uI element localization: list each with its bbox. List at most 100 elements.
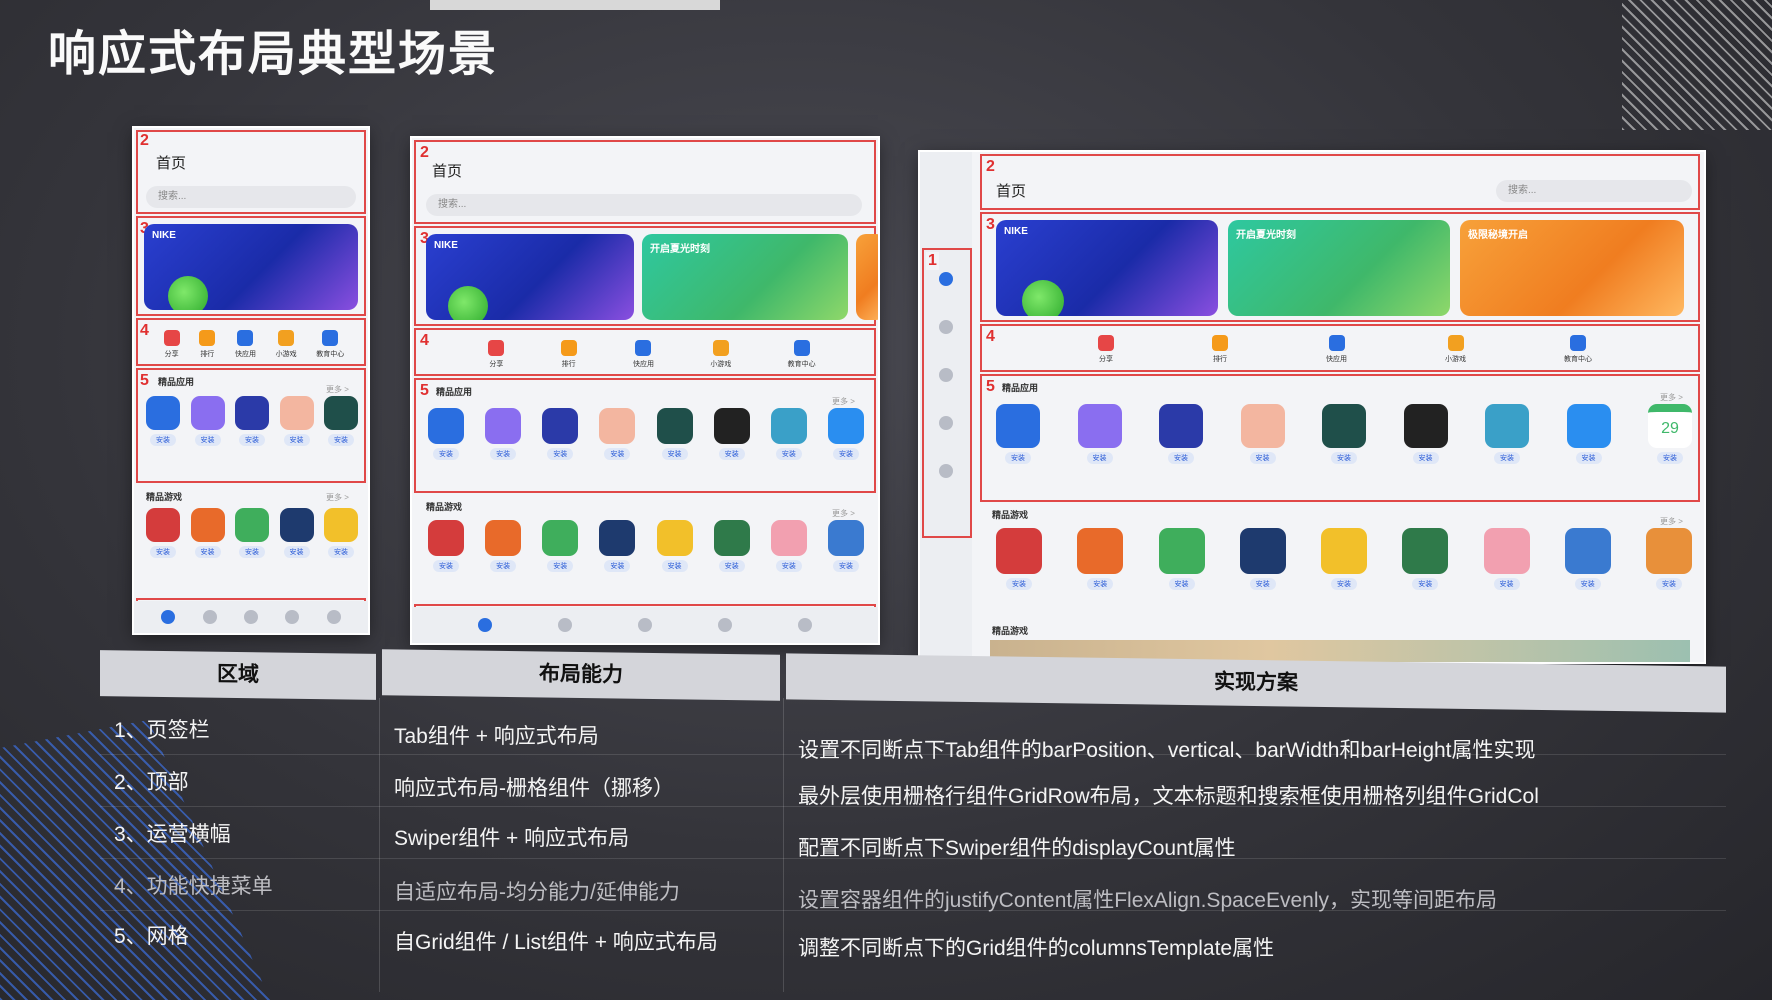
app-item[interactable]: 安装 xyxy=(827,408,864,460)
section-title-games: 精品游戏 xyxy=(146,492,183,502)
app-item[interactable]: 安装 xyxy=(1566,404,1611,464)
game-item[interactable]: 安装 xyxy=(599,520,636,572)
game-item[interactable]: 安装 xyxy=(235,508,269,558)
quick-item[interactable]: 快应用 xyxy=(1326,334,1347,364)
app-item[interactable]: 安装 xyxy=(599,408,636,460)
app-item[interactable]: 安装 xyxy=(770,408,807,460)
more-link[interactable]: 更多 > xyxy=(1660,516,1683,527)
quick-menu: 分享 排行 快应用 小游戏 教育中心 xyxy=(432,334,872,374)
quick-item[interactable]: 排行 xyxy=(1212,334,1228,364)
app-item[interactable]: 安装 xyxy=(656,408,693,460)
quick-item[interactable]: 分享 xyxy=(163,329,180,359)
row-divider xyxy=(100,754,1726,755)
game-item[interactable]: 安装 xyxy=(1564,528,1611,590)
game-item[interactable]: 安装 xyxy=(146,508,180,558)
game-item[interactable]: 安装 xyxy=(428,520,464,572)
app-item[interactable]: 安装 xyxy=(1403,404,1448,464)
game-item[interactable]: 安装 xyxy=(279,508,314,558)
more-link[interactable]: 更多 > xyxy=(326,384,349,395)
quick-item[interactable]: 教育中心 xyxy=(788,339,816,369)
more-link[interactable]: 更多 > xyxy=(832,396,855,407)
quick-item[interactable]: 分享 xyxy=(488,339,505,369)
game-item[interactable]: 安装 xyxy=(485,520,522,572)
game-item[interactable]: 安装 xyxy=(713,520,750,572)
game-item[interactable]: 安装 xyxy=(1646,528,1692,590)
app-item[interactable]: 安装 xyxy=(1322,404,1366,464)
game-item[interactable]: 安装 xyxy=(1483,528,1530,590)
search-input[interactable]: 搜索... xyxy=(146,186,356,208)
chart-icon xyxy=(1212,334,1228,351)
home-tab-icon[interactable] xyxy=(478,618,492,632)
app-icon xyxy=(770,408,807,444)
game-item[interactable]: 安装 xyxy=(324,508,358,558)
search-input[interactable]: 搜索... xyxy=(426,194,862,216)
app-item[interactable]: 安装 xyxy=(1485,404,1529,464)
app-item[interactable]: 安装 xyxy=(485,408,522,460)
game-item[interactable]: 安装 xyxy=(542,520,579,572)
app-item[interactable]: 安装 xyxy=(542,408,579,460)
search-tab-icon[interactable] xyxy=(718,618,732,632)
app-item[interactable]: 安装 xyxy=(1240,404,1285,464)
banner-ball xyxy=(168,276,208,310)
banner-partial[interactable] xyxy=(856,234,878,320)
quick-item[interactable]: 教育中心 xyxy=(316,329,344,359)
search-input[interactable]: 搜索... xyxy=(1496,180,1692,202)
game-item[interactable]: 安装 xyxy=(1402,528,1449,590)
game-item[interactable]: 安装 xyxy=(1239,528,1286,590)
app-icon xyxy=(656,408,693,444)
app-item[interactable]: 安装 xyxy=(713,408,750,460)
quick-item[interactable]: 排行 xyxy=(199,329,216,359)
quick-item[interactable]: 快应用 xyxy=(235,329,256,359)
game-item[interactable]: 安装 xyxy=(1077,528,1124,590)
quick-item[interactable]: 小游戏 xyxy=(276,329,297,359)
quick-item[interactable]: 快应用 xyxy=(633,339,654,369)
table-cell-area: 4、功能快捷菜单 xyxy=(114,875,273,898)
banner-summer[interactable]: 开启夏光时刻 xyxy=(642,234,848,320)
quick-item[interactable]: 排行 xyxy=(560,339,577,369)
app-item[interactable]: 安装 xyxy=(190,396,225,446)
game-item[interactable]: 安装 xyxy=(190,508,225,558)
apps-tab-icon[interactable] xyxy=(202,610,217,624)
more-link[interactable]: 更多 > xyxy=(326,492,349,503)
game-icon xyxy=(1564,528,1611,574)
zone-label-2: 2 xyxy=(418,144,431,162)
calendar-app-item[interactable]: 29 安装 xyxy=(1648,404,1692,464)
quick-item[interactable]: 小游戏 xyxy=(1445,334,1466,364)
banner-nike[interactable]: NIKE xyxy=(144,224,358,310)
banner-nike[interactable]: NIKE xyxy=(426,234,634,320)
game-item[interactable]: 安装 xyxy=(827,520,864,572)
more-link[interactable]: 更多 > xyxy=(832,508,855,519)
banner-summer[interactable]: 开启夏光时刻 xyxy=(1228,220,1450,316)
game-icon xyxy=(542,520,579,556)
app-item[interactable]: 安装 xyxy=(235,396,269,446)
app-item[interactable]: 安装 xyxy=(428,408,464,460)
profile-tab-icon[interactable] xyxy=(326,610,341,624)
zone-label-5: 5 xyxy=(418,382,431,400)
banner-nike[interactable]: NIKE xyxy=(996,220,1218,316)
search-tab-icon[interactable] xyxy=(285,610,300,624)
game-item[interactable]: 安装 xyxy=(656,520,693,572)
app-item[interactable]: 安装 xyxy=(1159,404,1203,464)
game-item[interactable]: 安装 xyxy=(770,520,807,572)
apps-tab-icon[interactable] xyxy=(558,618,572,632)
game-item[interactable]: 安装 xyxy=(1321,528,1367,590)
quick-item[interactable]: 教育中心 xyxy=(1564,334,1592,364)
banner-limit[interactable]: 极限秘境开启 xyxy=(1460,220,1684,316)
page-title: 首页 xyxy=(996,183,1027,200)
app-item[interactable]: 安装 xyxy=(1077,404,1122,464)
app-item[interactable]: 安装 xyxy=(146,396,180,446)
game-item[interactable]: 安装 xyxy=(996,528,1042,590)
games-tab-icon[interactable] xyxy=(243,610,258,624)
app-item[interactable]: 安装 xyxy=(279,396,314,446)
game-item[interactable]: 安装 xyxy=(1158,528,1205,590)
games-tab-icon[interactable] xyxy=(638,618,652,632)
quick-item[interactable]: 分享 xyxy=(1098,334,1114,364)
app-item[interactable]: 安装 xyxy=(996,404,1040,464)
quick-item[interactable]: 小游戏 xyxy=(710,339,731,369)
profile-tab-icon[interactable] xyxy=(798,618,812,632)
app-icon xyxy=(996,404,1040,448)
app-item[interactable]: 安装 xyxy=(324,396,358,446)
more-link[interactable]: 更多 > xyxy=(1660,392,1683,403)
app-icon xyxy=(599,408,636,444)
home-tab-icon[interactable] xyxy=(161,610,176,624)
